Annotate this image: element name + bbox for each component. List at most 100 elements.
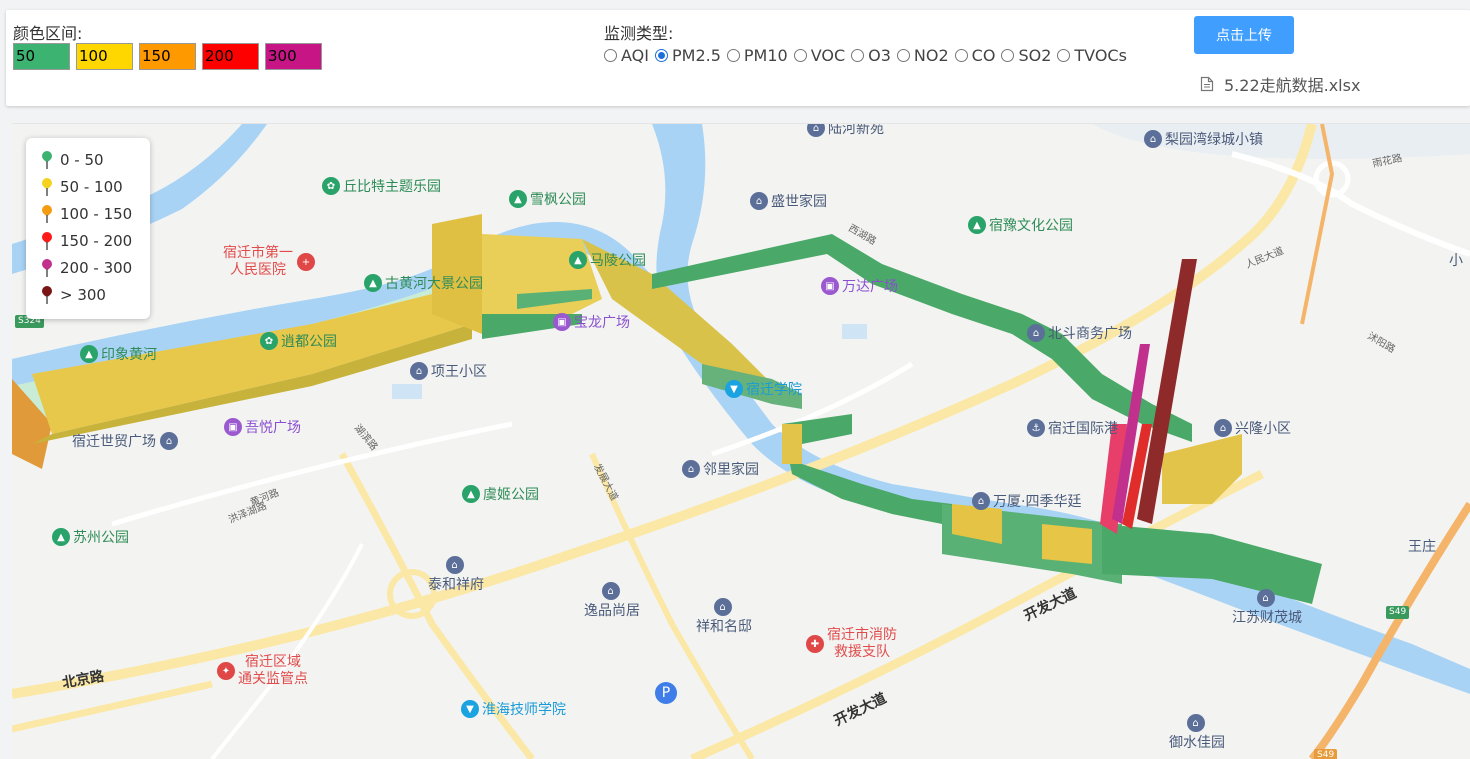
customs-icon: ✦ <box>217 662 235 680</box>
building-icon: ⌂ <box>1214 419 1232 437</box>
poi-xuefeng[interactable]: ▲ 雪枫公园 <box>509 189 586 209</box>
radio-co[interactable]: CO <box>954 46 995 65</box>
radio-circle[interactable] <box>954 49 968 62</box>
poi-wanda[interactable]: ▣ 万达广场 <box>821 276 898 296</box>
parking-marker[interactable]: P <box>655 682 680 704</box>
poi-qiubite[interactable]: ✿ 丘比特主题乐园 <box>322 176 441 196</box>
map-view[interactable]: ⌂ 陆河新苑 ⌂ 梨园湾绿城小镇 ✿ 丘比特主题乐园 ▲ 雪枫公园 ⌂ 盛世家园 ▲ 宿豫文… <box>12 123 1470 759</box>
poi-guhuanghe[interactable]: ▲ 古黄河大景公园 <box>364 273 483 293</box>
poi-wuyue[interactable]: ▣ 吾悦广场 <box>224 417 301 437</box>
radio-circle[interactable] <box>793 49 807 62</box>
shopping-icon: ▣ <box>821 277 839 295</box>
poi-baolong[interactable]: ▣ 宝龙广场 <box>553 312 630 332</box>
poi-wangzhuang[interactable]: 王庄 <box>1408 536 1436 556</box>
radio-pm25[interactable]: PM2.5 <box>654 46 721 65</box>
poi-suqianxueyuan[interactable]: ▼ 宿迁学院 <box>725 379 802 399</box>
legend-item: 200 - 300 <box>40 258 132 278</box>
poi-yipin[interactable]: ⌂ 逸品尚居 <box>584 582 640 620</box>
anchor-icon: ⚓ <box>1027 419 1045 437</box>
upload-button[interactable]: 点击上传 <box>1194 16 1294 54</box>
poi-tongguan[interactable]: ✦ 宿迁区域 通关监管点 <box>217 654 308 688</box>
hospital-icon: + <box>297 253 315 271</box>
poi-yuji[interactable]: ▲ 虞姬公园 <box>462 484 539 504</box>
building-icon: ⌂ <box>750 192 768 210</box>
color-swatch-150[interactable]: 150 <box>139 43 196 70</box>
radio-no2[interactable]: NO2 <box>896 46 949 65</box>
radio-circle[interactable] <box>604 49 617 62</box>
radio-aqi[interactable]: AQI <box>604 46 649 65</box>
legend-item: 100 - 150 <box>40 204 132 224</box>
park-icon: ▲ <box>80 345 98 363</box>
ring-road <box>1231 151 1470 257</box>
radio-tvocs[interactable]: TVOCs <box>1057 46 1127 65</box>
legend-item: 50 - 100 <box>40 177 123 197</box>
building-icon: ⌂ <box>1144 130 1162 148</box>
building-icon: ⌂ <box>445 556 464 574</box>
park-icon: ▲ <box>52 528 70 546</box>
building-icon: ⌂ <box>682 460 700 478</box>
park-icon: ▲ <box>509 190 527 208</box>
poi-linli[interactable]: ⌂ 邻里家园 <box>682 459 759 479</box>
pollution-track <box>12 214 1322 604</box>
radio-o3[interactable]: O3 <box>851 46 891 65</box>
building-icon: ⌂ <box>713 598 732 616</box>
poi-xianghe[interactable]: ⌂ 祥和名邸 <box>696 598 752 636</box>
park-icon: ✿ <box>322 177 340 195</box>
park-icon: ▲ <box>462 485 480 503</box>
poi-shengshi[interactable]: ⌂ 盛世家园 <box>750 191 827 211</box>
radio-circle[interactable] <box>726 49 740 62</box>
poi-yinxiang[interactable]: ▲ 印象黄河 <box>80 344 157 364</box>
poi-taihe[interactable]: ⌂ 泰和祥府 <box>428 556 484 594</box>
poi-hospital[interactable]: 宿迁市第一 人民医院 + <box>223 245 318 279</box>
radio-circle[interactable] <box>1001 49 1015 62</box>
color-swatch-300[interactable]: 300 <box>265 43 322 70</box>
color-swatch-200[interactable]: 200 <box>202 43 259 70</box>
poi-maling[interactable]: ▲ 马陵公园 <box>569 250 646 270</box>
map-pin-icon <box>42 259 52 277</box>
radio-voc[interactable]: VOC <box>793 46 845 65</box>
building-icon: ⌂ <box>972 492 990 510</box>
poi-xiaofang[interactable]: ✚ 宿迁市消防 救援支队 <box>806 627 897 661</box>
fire-station-icon: ✚ <box>806 635 824 653</box>
radio-circle[interactable] <box>1057 49 1071 62</box>
color-swatch-100[interactable]: 100 <box>76 43 133 70</box>
monitor-type-radio-group: AQI PM2.5 PM10 VOC O3 NO2 CO SO2 TVOCs <box>604 46 1133 65</box>
poi-wansha[interactable]: ⌂ 万厦·四季华廷 <box>972 491 1081 511</box>
route-shield: S49 <box>1386 606 1410 619</box>
poi-caimao[interactable]: ⌂ 江苏财茂城 <box>1232 589 1302 627</box>
building-icon: ⌂ <box>601 582 620 600</box>
radio-so2[interactable]: SO2 <box>1001 46 1051 65</box>
building-icon: ⌂ <box>1027 324 1045 342</box>
track-segment-yellow <box>482 234 602 324</box>
radio-circle[interactable] <box>654 49 668 62</box>
poi-xiangwang[interactable]: ⌂ 项王小区 <box>410 361 487 381</box>
pond <box>392 384 422 399</box>
uploaded-file[interactable]: 5.22走航数据.xlsx <box>1200 72 1360 96</box>
park-icon: ✿ <box>260 332 278 350</box>
parking-icon: P <box>655 682 677 704</box>
building-icon: ⌂ <box>1256 589 1275 607</box>
poi-xinglong[interactable]: ⌂ 兴隆小区 <box>1214 418 1291 438</box>
building-icon: ⌂ <box>160 432 178 450</box>
poi-xiao[interactable]: 小 <box>1449 250 1463 270</box>
map-pin-icon <box>42 232 52 250</box>
radio-circle[interactable] <box>851 49 865 62</box>
radio-circle[interactable] <box>896 49 910 62</box>
poi-huaihai[interactable]: ▼ 淮海技师学院 <box>461 699 566 719</box>
poi-yushui[interactable]: ⌂ 御水佳园 <box>1169 714 1225 752</box>
control-panel: 颜色区间: 50 100 150 200 300 监测类型: AQI PM2.5… <box>6 10 1470 106</box>
poi-suyu[interactable]: ▲ 宿豫文化公园 <box>968 215 1073 235</box>
document-icon <box>1200 76 1214 92</box>
poi-luhe[interactable]: ⌂ 陆河新苑 <box>807 124 884 138</box>
radio-pm10[interactable]: PM10 <box>726 46 788 65</box>
map-pin-icon <box>42 286 52 304</box>
poi-suzhou[interactable]: ▲ 苏州公园 <box>52 527 129 547</box>
shopping-icon: ▣ <box>553 313 571 331</box>
school-icon: ▼ <box>461 700 479 718</box>
color-swatch-50[interactable]: 50 <box>13 43 70 70</box>
poi-xiaodu[interactable]: ✿ 逍都公园 <box>260 331 337 351</box>
poi-gang[interactable]: ⚓ 宿迁国际港 <box>1027 418 1118 438</box>
poi-shimao[interactable]: 宿迁世贸广场 ⌂ <box>72 431 181 451</box>
poi-liyuan[interactable]: ⌂ 梨园湾绿城小镇 <box>1144 129 1263 149</box>
poi-beidou[interactable]: ⌂ 北斗商务广场 <box>1027 323 1132 343</box>
